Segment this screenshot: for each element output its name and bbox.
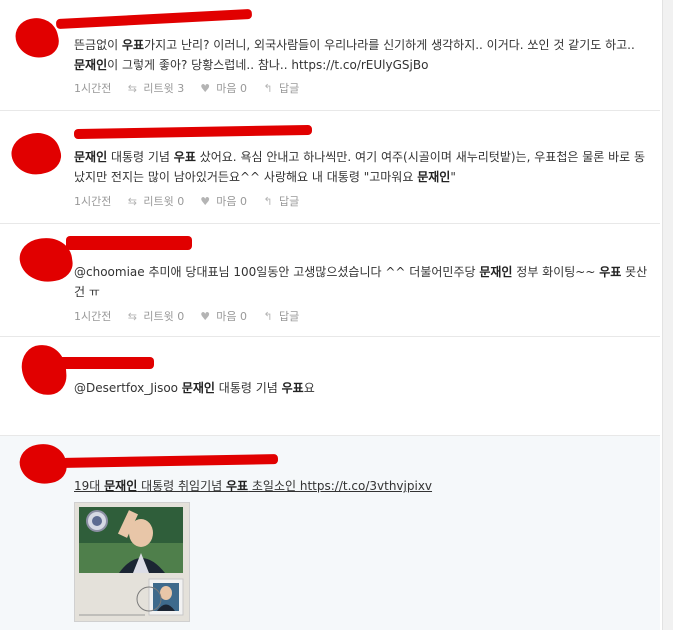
tweet-actions: 1시간전 ⇆ 리트윗 0 ♥ 마음 0 ↰ 답글 — [74, 308, 313, 324]
scrollbar[interactable] — [662, 0, 673, 630]
redacted-avatar — [12, 14, 62, 62]
reply-icon: ↰ — [263, 194, 273, 208]
tweet-text: @Desertfox_Jisoo 문재인 대통령 기념 우표요 — [74, 381, 315, 395]
reply-icon: ↰ — [263, 81, 273, 95]
tweet-text: 19대 문재인 대통령 취임기념 우표 초일소인 https://t.co/3v… — [74, 476, 648, 496]
reply-button[interactable]: ↰ 답글 — [261, 193, 299, 209]
redacted-avatar — [6, 126, 66, 182]
tweet-actions: 1시간전 ⇆ 리트윗 3 ♥ 마음 0 ↰ 답글 — [74, 80, 313, 96]
redacted-username — [66, 236, 192, 250]
redacted-username — [61, 454, 279, 468]
tweet-item[interactable]: 19대 문재인 대통령 취임기념 우표 초일소인 https://t.co/3v… — [0, 436, 660, 630]
retweet-icon: ⇆ — [127, 309, 137, 323]
retweet-icon: ⇆ — [127, 81, 137, 95]
tweet-feed: 뜬금없이 우표가지고 난리? 이러니, 외국사람들이 우리나라를 신기하게 생각… — [0, 0, 660, 630]
tweet-link-text[interactable]: 19대 문재인 대통령 취임기념 우표 초일소인 https://t.co/3v… — [74, 479, 432, 493]
heart-icon: ♥ — [200, 81, 211, 95]
tweet-item[interactable]: @choomiae 추미애 당대표님 100일동안 고생많으셨습니다 ^^ 더불… — [0, 224, 660, 337]
tweet-time: 1시간전 — [74, 195, 112, 208]
like-button[interactable]: ♥ 마음 0 — [198, 308, 247, 324]
heart-icon: ♥ — [200, 309, 211, 323]
tweet-item[interactable]: @Desertfox_Jisoo 문재인 대통령 기념 우표요 — [0, 337, 660, 436]
tweet-time: 1시간전 — [74, 310, 112, 323]
reply-button[interactable]: ↰ 답글 — [261, 80, 299, 96]
stamp-photo[interactable] — [74, 502, 190, 622]
like-button[interactable]: ♥ 마음 0 — [198, 193, 247, 209]
tweet-text: 뜬금없이 우표가지고 난리? 이러니, 외국사람들이 우리나라를 신기하게 생각… — [74, 38, 635, 72]
redacted-username — [73, 124, 313, 140]
tweet-time: 1시간전 — [74, 82, 112, 95]
tweet-item[interactable]: 뜬금없이 우표가지고 난리? 이러니, 외국사람들이 우리나라를 신기하게 생각… — [0, 0, 660, 111]
heart-icon: ♥ — [200, 194, 211, 208]
tweet-actions: 1시간전 ⇆ 리트윗 0 ♥ 마음 0 ↰ 답글 — [74, 193, 313, 209]
retweet-button[interactable]: ⇆ 리트윗 0 — [125, 193, 184, 209]
reply-icon: ↰ — [263, 309, 273, 323]
retweet-button[interactable]: ⇆ 리트윗 0 — [125, 308, 184, 324]
tweet-text: 문재인 대통령 기념 우표 샀어요. 욕심 안내고 하나씩만. 여기 여주(시골… — [74, 150, 646, 184]
tweet-item[interactable]: 문재인 대통령 기념 우표 샀어요. 욕심 안내고 하나씩만. 여기 여주(시골… — [0, 111, 660, 224]
reply-button[interactable]: ↰ 답글 — [261, 308, 299, 324]
retweet-button[interactable]: ⇆ 리트윗 3 — [125, 80, 184, 96]
retweet-icon: ⇆ — [127, 194, 137, 208]
redacted-avatar — [20, 343, 68, 397]
stamp-photo-drawing — [75, 503, 189, 621]
like-button[interactable]: ♥ 마음 0 — [198, 80, 247, 96]
redacted-username — [55, 8, 253, 30]
tweet-text: @choomiae 추미애 당대표님 100일동안 고생많으셨습니다 ^^ 더불… — [74, 265, 648, 299]
redacted-username — [58, 357, 154, 369]
